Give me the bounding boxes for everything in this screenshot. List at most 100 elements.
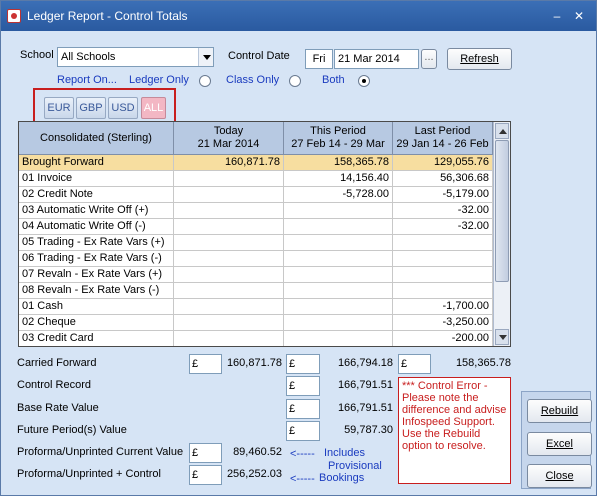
amount-cell (174, 187, 284, 203)
table-row[interactable]: 07 Revaln - Ex Rate Vars (+) (19, 267, 493, 283)
carried-forward-label: Carried Forward (17, 357, 97, 369)
row-label-cell: 06 Trading - Ex Rate Vars (-) (19, 251, 174, 267)
table-row[interactable]: 01 Cash -1,700.00 (19, 299, 493, 315)
rebuild-button[interactable]: Rebuild (527, 399, 592, 423)
amount-cell: 160,871.78 (174, 155, 284, 171)
amount-cell (174, 219, 284, 235)
control-record-value: 166,791.51 (337, 379, 393, 391)
table-row[interactable]: 03 Automatic Write Off (+) -32.00 (19, 203, 493, 219)
amount-cell: -32.00 (393, 219, 493, 235)
currency-usd-button[interactable]: USD (108, 97, 138, 119)
amount-cell: -3,250.00 (393, 315, 493, 331)
class-only-label: Class Only (226, 74, 280, 86)
table-row[interactable]: 01 Invoice 14,156.40 56,306.68 (19, 171, 493, 187)
both-label: Both (322, 74, 345, 86)
carried-forward-today: 160,871.78 (226, 357, 282, 369)
amount-cell (284, 299, 393, 315)
row-label-cell: Brought Forward (19, 155, 174, 171)
proforma-current-label: Proforma/Unprinted Current Value (17, 446, 184, 458)
amount-cell: -5,728.00 (284, 187, 393, 203)
amount-cell: -200.00 (393, 331, 493, 346)
amount-cell (284, 203, 393, 219)
row-label-cell: 04 Automatic Write Off (-) (19, 219, 174, 235)
amount-cell (174, 171, 284, 187)
control-date-field[interactable]: 21 Mar 2014 (334, 49, 419, 69)
bookings-arrow: <----- (290, 473, 315, 485)
both-radio[interactable] (358, 75, 370, 87)
grid-header-today: Today 21 Mar 2014 (174, 122, 284, 155)
grid-header-sublabel: 29 Jan 14 - 26 Feb (396, 138, 489, 150)
amount-cell (284, 283, 393, 299)
school-select[interactable]: All Schools (57, 47, 214, 67)
currency-gbp-button[interactable]: GBP (76, 97, 106, 119)
row-label-cell: 01 Cash (19, 299, 174, 315)
future-periods-value: 59,787.30 (344, 424, 393, 436)
amount-cell (174, 267, 284, 283)
amount-cell (393, 251, 493, 267)
excel-button[interactable]: Excel (527, 432, 592, 456)
currency-symbol: £ (398, 354, 431, 374)
close-button[interactable]: Close (527, 464, 592, 488)
table-row[interactable]: 02 Cheque -3,250.00 (19, 315, 493, 331)
table-row[interactable]: 02 Credit Note -5,728.00 -5,179.00 (19, 187, 493, 203)
grid-header-label: Today (213, 125, 244, 137)
proforma-current-value: 89,460.52 (233, 446, 282, 458)
ledger-report-window: Ledger Report - Control Totals – ✕ Schoo… (0, 0, 597, 496)
scroll-up-icon[interactable] (495, 123, 509, 139)
close-label: Close (545, 470, 574, 482)
amount-cell (393, 283, 493, 299)
grid-header-sublabel: 27 Feb 14 - 29 Mar (291, 138, 385, 150)
refresh-button[interactable]: Refresh (447, 48, 512, 70)
close-icon[interactable]: ✕ (571, 8, 587, 24)
proforma-control-value: 256,252.03 (226, 468, 282, 480)
scroll-thumb[interactable] (495, 140, 509, 282)
control-date-label: Control Date (228, 50, 290, 62)
ledger-grid: Consolidated (Sterling) Today 21 Mar 201… (18, 121, 511, 347)
amount-cell: 158,365.78 (284, 155, 393, 171)
minimize-icon[interactable]: – (549, 8, 565, 24)
future-periods-label: Future Period(s) Value (17, 424, 127, 436)
scroll-down-icon[interactable] (495, 329, 509, 345)
row-label-cell: 01 Invoice (19, 171, 174, 187)
amount-cell (174, 283, 284, 299)
grid-header-this-period: This Period 27 Feb 14 - 29 Mar (284, 122, 393, 155)
currency-symbol: £ (189, 465, 222, 485)
class-only-radio[interactable] (289, 75, 301, 87)
currency-symbol: £ (286, 399, 320, 419)
grid-header-sublabel: 21 Mar 2014 (197, 138, 260, 150)
table-row[interactable]: 04 Automatic Write Off (-) -32.00 (19, 219, 493, 235)
carried-forward-this-period: 166,794.18 (337, 357, 393, 369)
amount-cell (174, 299, 284, 315)
ledger-only-radio[interactable] (199, 75, 211, 87)
date-picker-button[interactable]: ... (421, 49, 437, 69)
table-row[interactable]: 08 Revaln - Ex Rate Vars (-) (19, 283, 493, 299)
window-title: Ledger Report - Control Totals (27, 9, 188, 23)
currency-symbol: £ (286, 421, 320, 441)
currency-eur-button[interactable]: EUR (44, 97, 74, 119)
amount-cell: -1,700.00 (393, 299, 493, 315)
amount-cell (284, 267, 393, 283)
amount-cell (284, 331, 393, 346)
carried-forward-last-period: 158,365.78 (455, 357, 511, 369)
row-label-cell: 03 Credit Card (19, 331, 174, 346)
grid-header-label: This Period (310, 125, 366, 137)
currency-all-button[interactable]: ALL (141, 97, 166, 119)
base-rate-label: Base Rate Value (17, 402, 99, 414)
row-label-cell: 02 Credit Note (19, 187, 174, 203)
table-row[interactable]: 06 Trading - Ex Rate Vars (-) (19, 251, 493, 267)
proforma-control-label: Proforma/Unprinted + Control (17, 468, 161, 480)
amount-cell (284, 235, 393, 251)
amount-cell (174, 203, 284, 219)
chevron-down-icon[interactable] (198, 48, 213, 66)
currency-symbol: £ (286, 354, 320, 374)
table-row[interactable]: 05 Trading - Ex Rate Vars (+) (19, 235, 493, 251)
amount-cell (284, 219, 393, 235)
table-row[interactable]: Brought Forward 160,871.78 158,365.78 129,0… (19, 155, 493, 171)
amount-cell: 129,055.76 (393, 155, 493, 171)
refresh-label: Refresh (460, 53, 499, 65)
currency-symbol: £ (189, 354, 222, 374)
grid-scrollbar[interactable] (493, 122, 510, 346)
table-row[interactable]: 03 Credit Card -200.00 (19, 331, 493, 346)
amount-cell (393, 267, 493, 283)
amount-cell (174, 235, 284, 251)
